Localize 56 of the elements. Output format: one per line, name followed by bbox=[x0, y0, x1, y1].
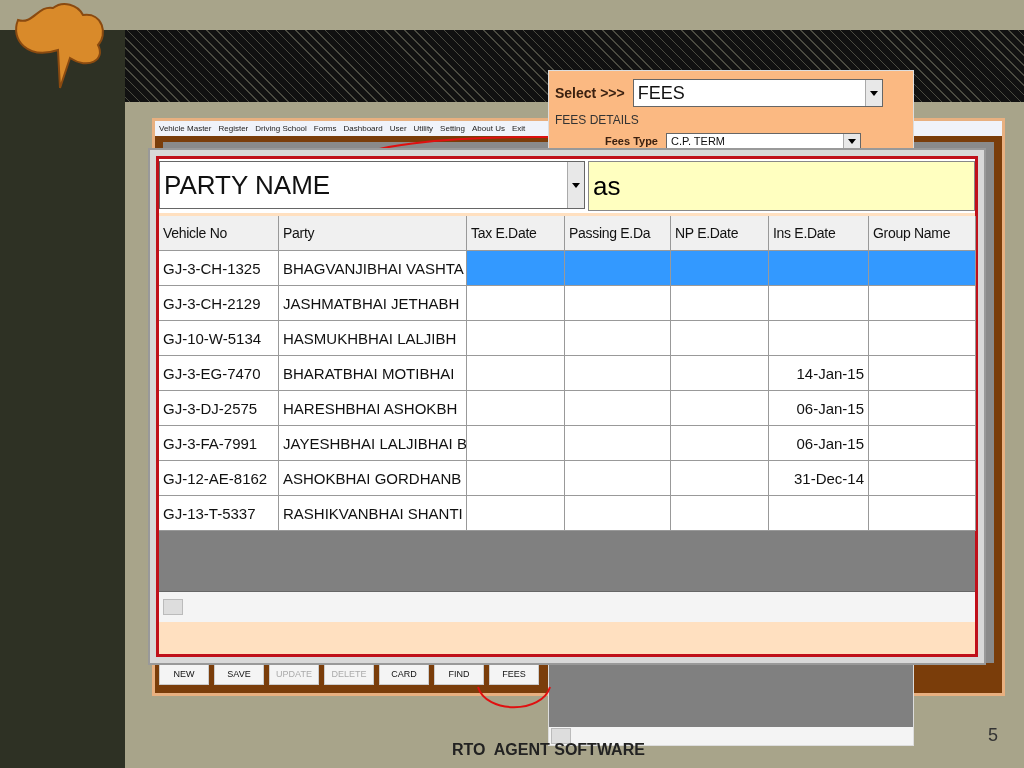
menu-item[interactable]: Utility bbox=[413, 124, 434, 133]
menu-item[interactable]: User bbox=[389, 124, 407, 133]
table-cell: GJ-3-DJ-2575 bbox=[159, 391, 279, 426]
slide-footer: RTO AGENT SOFTWARE bbox=[452, 741, 645, 759]
column-header[interactable]: Ins E.Date bbox=[769, 216, 869, 251]
search-input[interactable]: as bbox=[588, 161, 975, 211]
group-title: FEES DETAILS bbox=[555, 113, 640, 127]
horizontal-scrollbar[interactable] bbox=[549, 727, 913, 745]
menu-item[interactable]: Vehicle Master bbox=[159, 124, 212, 133]
dropdown-arrow-icon bbox=[572, 182, 580, 188]
table-cell: JAYESHBHAI LALJIBHAI B bbox=[279, 426, 467, 461]
table-cell: 31-Dec-14 bbox=[769, 461, 869, 496]
toolbar-button[interactable]: SAVE bbox=[214, 663, 264, 685]
table-cell: HARESHBHAI ASHOKBH bbox=[279, 391, 467, 426]
table-cell: GJ-13-T-5337 bbox=[159, 496, 279, 531]
column-header[interactable]: Party bbox=[279, 216, 467, 251]
table-cell: BHAGVANJIBHAI VASHTA bbox=[279, 251, 467, 286]
toolbar-button[interactable]: FEES bbox=[489, 663, 539, 685]
dropdown-arrow-icon bbox=[869, 90, 878, 96]
column-header[interactable]: NP E.Date bbox=[671, 216, 769, 251]
table-cell: JASHMATBHAI JETHABH bbox=[279, 286, 467, 321]
menu-item[interactable]: Setting bbox=[440, 124, 465, 133]
menu-item[interactable]: Dashboard bbox=[343, 124, 383, 133]
table-cell: BHARATBHAI MOTIBHAI bbox=[279, 356, 467, 391]
menu-item[interactable]: About Us bbox=[472, 124, 505, 133]
toolbar-button[interactable]: NEW bbox=[159, 663, 209, 685]
table-cell: GJ-3-FA-7991 bbox=[159, 426, 279, 461]
menu-item[interactable]: Exit bbox=[511, 124, 526, 133]
fees-type-label: Fees Type bbox=[605, 135, 658, 147]
column-header[interactable]: Group Name bbox=[869, 216, 976, 251]
table-cell: HASMUKHBHAI LALJIBH bbox=[279, 321, 467, 356]
column-header[interactable]: Tax E.Date bbox=[467, 216, 565, 251]
table-cell: GJ-12-AE-8162 bbox=[159, 461, 279, 496]
select-label: Select >>> bbox=[555, 85, 625, 101]
column-header[interactable]: Vehicle No bbox=[159, 216, 279, 251]
fees-type-dropdown[interactable]: C.P. TERM bbox=[666, 133, 861, 149]
toolbar-button[interactable]: CARD bbox=[379, 663, 429, 685]
toolbar-button[interactable]: FIND bbox=[434, 663, 484, 685]
horizontal-scrollbar[interactable] bbox=[159, 591, 975, 622]
table-cell: GJ-3-EG-7470 bbox=[159, 356, 279, 391]
dropdown-arrow-icon bbox=[848, 138, 856, 144]
search-field-dropdown[interactable]: PARTY NAME bbox=[159, 161, 585, 209]
table-cell: GJ-3-CH-2129 bbox=[159, 286, 279, 321]
table-cell: GJ-10-W-5134 bbox=[159, 321, 279, 356]
menu-item[interactable]: Register bbox=[218, 124, 249, 133]
menu-item[interactable]: Forms bbox=[313, 124, 337, 133]
table-cell: ASHOKBHAI GORDHANB bbox=[279, 461, 467, 496]
table-cell: 06-Jan-15 bbox=[769, 426, 869, 461]
column-header[interactable]: Passing E.Da bbox=[565, 216, 671, 251]
select-dropdown[interactable]: FEES bbox=[632, 79, 883, 107]
table-cell: 06-Jan-15 bbox=[769, 391, 869, 426]
table-cell: 14-Jan-15 bbox=[769, 356, 869, 391]
table-cell: GJ-3-CH-1325 bbox=[159, 251, 279, 286]
menu-item[interactable]: Driving School bbox=[255, 124, 307, 133]
page-number: 5 bbox=[988, 725, 998, 746]
table-cell: RASHIKVANBHAI SHANTI bbox=[279, 496, 467, 531]
